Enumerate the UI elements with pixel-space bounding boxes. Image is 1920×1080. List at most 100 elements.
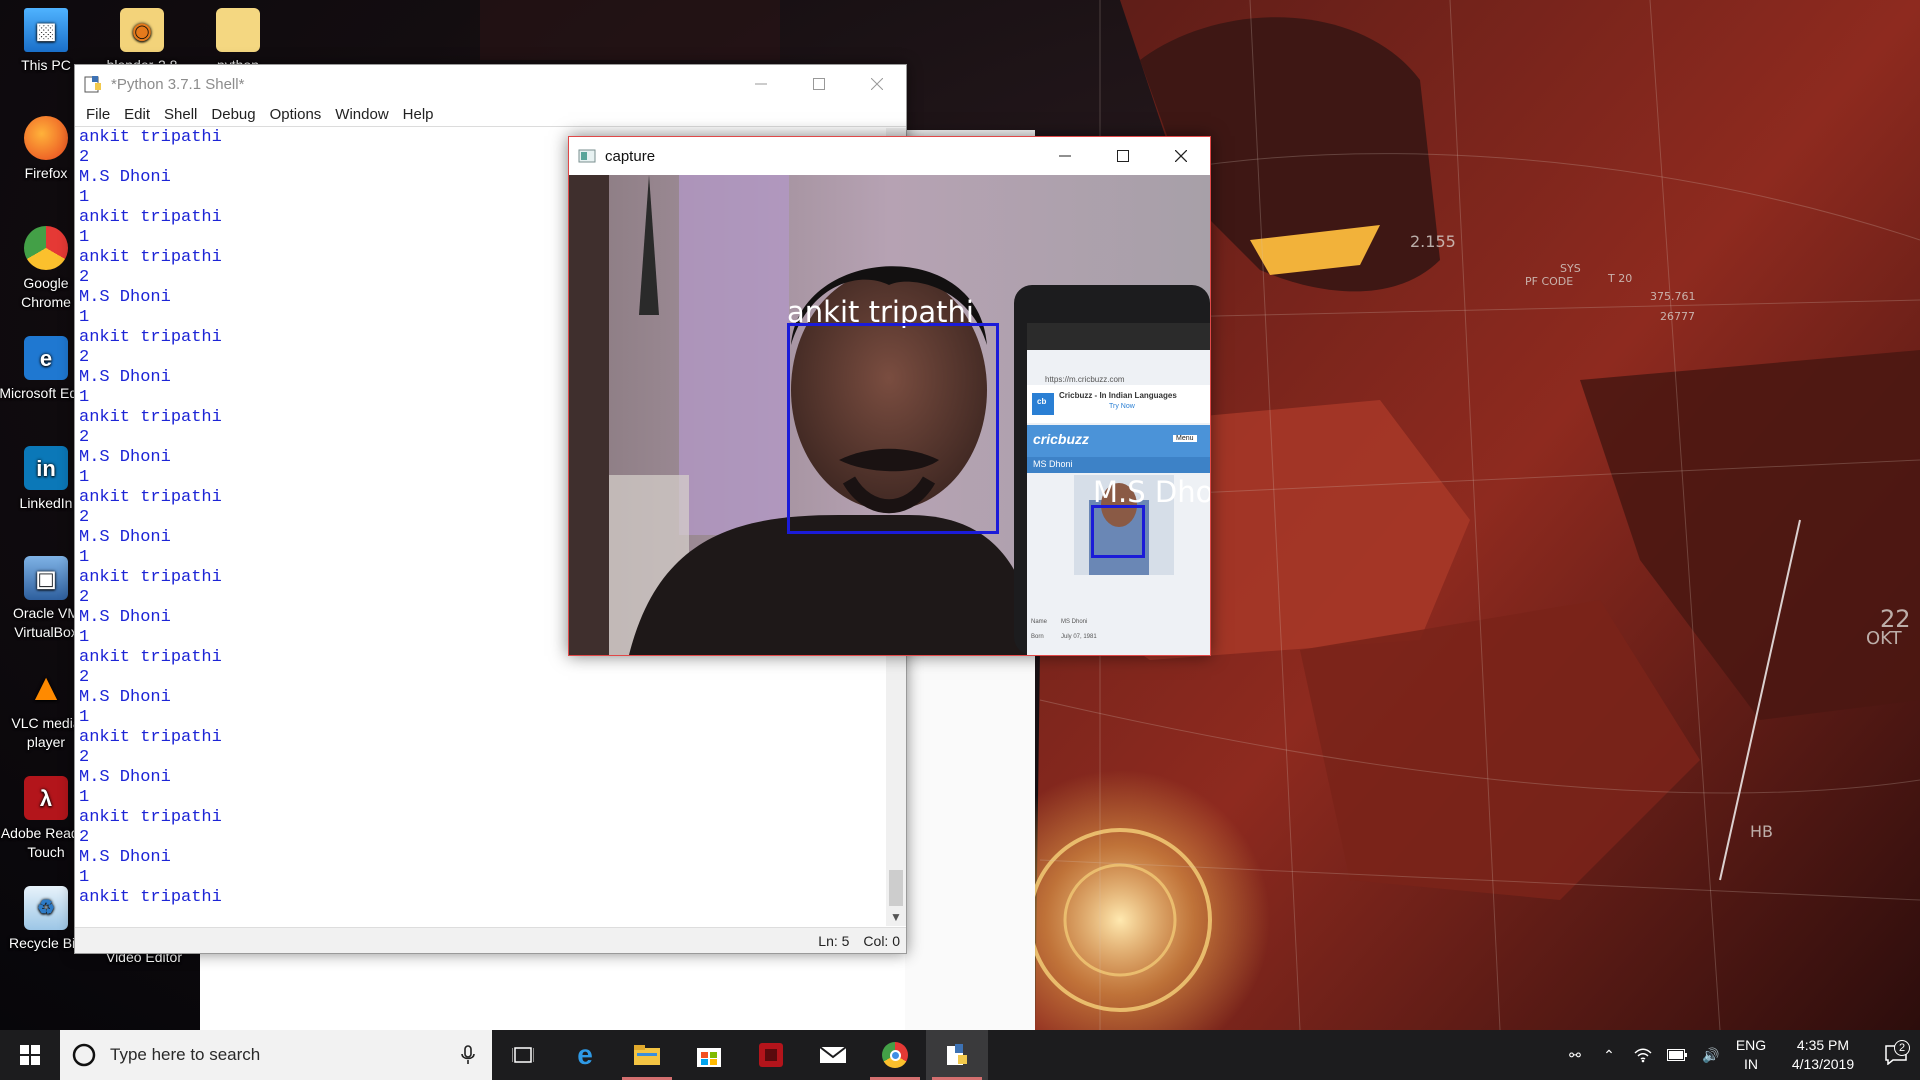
language-indicator[interactable]: ENG IN (1728, 1036, 1774, 1074)
folder-icon (216, 8, 260, 52)
vlc-icon: ▲ (27, 666, 65, 709)
hud-label-okt: OKT (1866, 628, 1902, 649)
lang-bottom: IN (1744, 1056, 1758, 1072)
shell-output-line: 2 (79, 668, 90, 687)
taskbar-search[interactable]: Type here to search (60, 1030, 492, 1080)
close-button[interactable] (848, 65, 906, 103)
shell-statusbar: Ln: 5 Col: 0 (75, 927, 906, 953)
menu-help[interactable]: Help (396, 106, 441, 123)
this-pc-icon: ▩ (24, 8, 68, 52)
people-button[interactable]: ⚯ (1558, 1047, 1592, 1064)
phone-logo: cricbuzz (1033, 431, 1090, 447)
volume-button[interactable]: 🔊 (1694, 1047, 1728, 1064)
taskbar-chrome[interactable] (864, 1030, 926, 1080)
phone-field-name-value: MS Dhoni (1061, 619, 1088, 625)
search-placeholder: Type here to search (110, 1045, 261, 1064)
chrome-icon (24, 226, 68, 270)
phone-menu: Menu (1173, 435, 1197, 442)
mail-icon (820, 1046, 846, 1063)
hud-label-sys: SYS (1560, 262, 1581, 275)
phone-field-born-value: July 07, 1981 (1061, 634, 1097, 640)
python-idle-icon (947, 1044, 967, 1065)
wifi-icon (1634, 1048, 1652, 1063)
battery-button[interactable] (1660, 1049, 1694, 1061)
phone-cb-icon: cb (1037, 397, 1047, 406)
media-app-icon (759, 1043, 783, 1067)
shell-titlebar[interactable]: *Python 3.7.1 Shell* (75, 65, 906, 103)
phone-banner: Cricbuzz - In Indian Languages (1059, 391, 1177, 400)
phone-field-born: Born (1031, 634, 1044, 640)
phone-field-name: Name (1031, 619, 1048, 625)
notification-count: 2 (1894, 1040, 1910, 1056)
shell-output-line: 2 (79, 748, 90, 767)
desktop-icon-label: Recycle Bin (9, 935, 83, 951)
firefox-icon (24, 116, 68, 160)
face-box-person1 (787, 323, 999, 534)
webcam-frame: https://m.cricbuzz.com cb Cricbuzz - In … (569, 175, 1210, 655)
minimize-button[interactable] (732, 65, 790, 103)
taskbar-python-idle[interactable] (926, 1030, 988, 1080)
recycle-bin-icon: ♻ (24, 886, 68, 930)
taskbar-edge[interactable]: e (554, 1030, 616, 1080)
taskbar-mail[interactable] (802, 1030, 864, 1080)
menu-debug[interactable]: Debug (204, 106, 262, 123)
maximize-button[interactable] (1094, 137, 1152, 175)
menu-file[interactable]: File (79, 106, 117, 123)
taskbar: Type here to search e ⚯ ⌃ 🔊 ENG IN 4:35 … (0, 1030, 1920, 1080)
system-tray: ⚯ ⌃ 🔊 ENG IN 4:35 PM 4/13/2019 2 (1558, 1030, 1920, 1080)
blender-folder-icon: ◉ (120, 8, 164, 52)
shell-menubar: File Edit Shell Debug Options Window Hel… (75, 103, 906, 127)
microphone-icon[interactable] (460, 1045, 476, 1065)
chevron-up-icon: ⌃ (1603, 1046, 1615, 1063)
clock-time: 4:35 PM (1796, 1037, 1850, 1053)
minimize-button[interactable] (1036, 137, 1094, 175)
shell-output-line: ankit tripathi (79, 888, 222, 907)
start-button[interactable] (0, 1030, 60, 1080)
taskbar-media-app[interactable] (740, 1030, 802, 1080)
shell-title: *Python 3.7.1 Shell* (111, 75, 245, 93)
taskbar-file-explorer[interactable] (616, 1030, 678, 1080)
taskbar-store[interactable] (678, 1030, 740, 1080)
chrome-icon (882, 1042, 908, 1068)
task-view-icon (512, 1047, 534, 1063)
menu-shell[interactable]: Shell (157, 106, 204, 123)
shell-output-line: M.S Dhoni (79, 768, 171, 787)
virtualbox-icon: ▣ (24, 556, 68, 600)
scrollbar-thumb[interactable] (889, 870, 903, 906)
shell-output-line: M.S Dhoni (79, 848, 171, 867)
clock[interactable]: 4:35 PM 4/13/2019 (1774, 1036, 1872, 1074)
maximize-icon (813, 78, 825, 90)
menu-options[interactable]: Options (263, 106, 329, 123)
close-button[interactable] (1152, 137, 1210, 175)
desktop-icon-label: Google Chrome (21, 275, 71, 310)
face-label-person2: M.S Dhoni (1093, 475, 1210, 509)
scroll-down-icon[interactable]: ▼ (886, 908, 906, 926)
shell-output-line: 1 (79, 708, 90, 727)
close-icon (871, 78, 883, 90)
task-view-button[interactable] (492, 1030, 554, 1080)
clock-date: 4/13/2019 (1791, 1056, 1855, 1072)
edge-icon: e (577, 1039, 593, 1070)
shell-output-line: ankit tripathi (79, 808, 222, 827)
maximize-button[interactable] (790, 65, 848, 103)
show-hidden-icons-button[interactable]: ⌃ (1592, 1047, 1626, 1064)
action-center-button[interactable]: 2 (1872, 1040, 1920, 1065)
phone-url: https://m.cricbuzz.com (1045, 375, 1125, 384)
search-circle-icon (72, 1043, 96, 1067)
shell-output-line: M.S Dhoni (79, 688, 171, 707)
desktop-icon-label: Oracle VM VirtualBox (12, 605, 80, 640)
maximize-icon (1117, 150, 1129, 162)
shell-output-line: 1 (79, 788, 90, 807)
shell-output-line: ankit tripathi (79, 728, 222, 747)
shell-output-line: 2 (79, 828, 90, 847)
menu-window[interactable]: Window (328, 106, 395, 123)
menu-edit[interactable]: Edit (117, 106, 157, 123)
desktop-icon-label: LinkedIn (19, 495, 73, 511)
file-explorer-icon (634, 1045, 660, 1065)
minimize-icon (1059, 155, 1071, 157)
hud-value-1: 2.155 (1410, 232, 1456, 251)
capture-titlebar[interactable]: capture (569, 137, 1210, 175)
network-button[interactable] (1626, 1047, 1660, 1063)
capture-window[interactable]: capture https://m.cricbuzz.com cb Cricbu… (568, 136, 1211, 656)
capture-title: capture (605, 147, 656, 165)
